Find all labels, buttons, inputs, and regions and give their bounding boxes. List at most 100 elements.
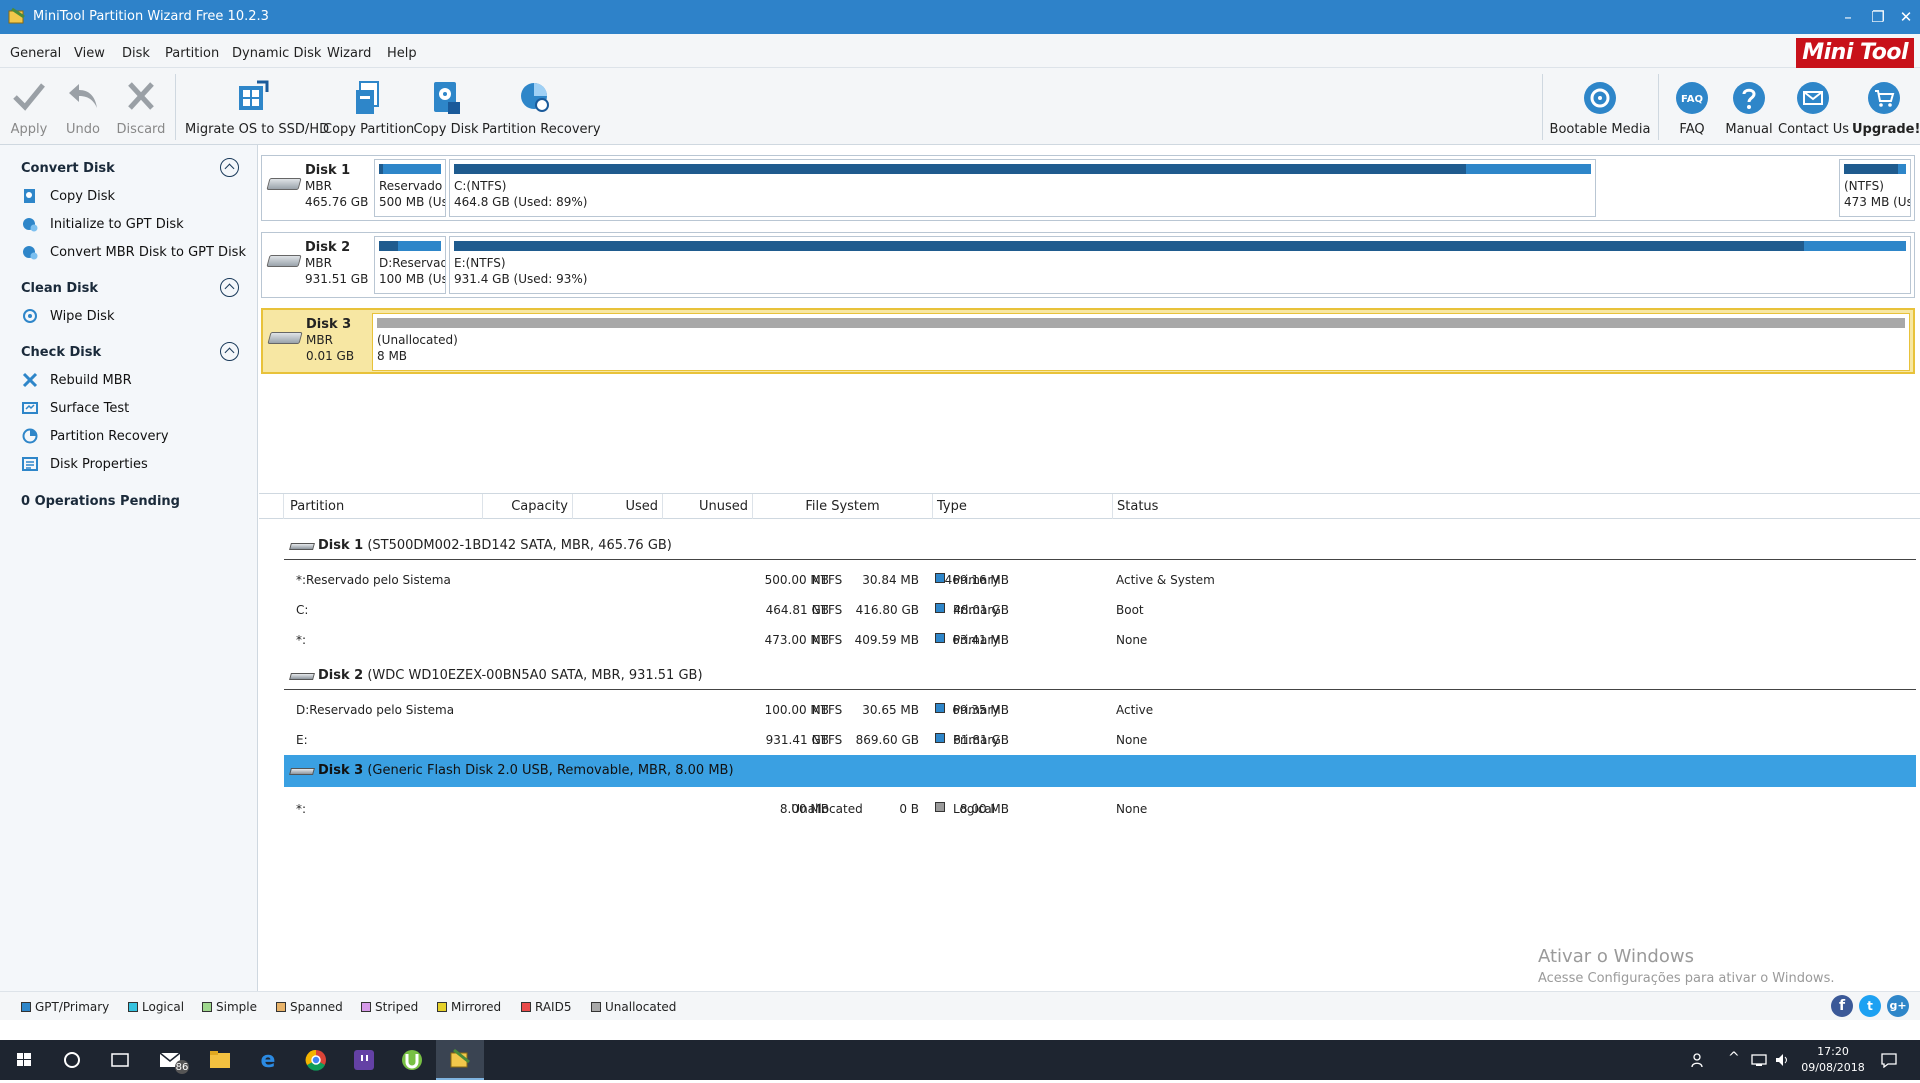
migrate-os-button[interactable]: Migrate OS to SSD/HD [185,68,329,145]
taskbar-mail[interactable]: 86 [148,1040,196,1080]
task-view-button[interactable] [96,1040,144,1080]
sidebar-item-disk-properties[interactable]: Disk Properties [22,454,252,474]
taskbar-twitch[interactable] [340,1040,388,1080]
cortana-button[interactable] [48,1040,96,1080]
people-icon[interactable] [1690,1051,1708,1069]
partition-recovery-button[interactable]: Partition Recovery [482,68,601,145]
copy-disk-button[interactable]: Copy Disk [412,68,480,145]
disk-info: Disk 3 MBR 0.01 GB [263,310,371,374]
col-file-system[interactable]: File System [753,494,933,519]
toolbar-separator [1658,74,1659,140]
close-button[interactable]: ✕ [1886,5,1920,29]
taskbar-partition-wizard[interactable] [436,1040,484,1080]
disk-info: Disk 1 MBR 465.76 GB [262,156,370,220]
notifications-icon[interactable] [1880,1052,1898,1068]
table-row[interactable]: E: 931.41 GB 869.60 GB 61.81 GB NTFS Pri… [259,724,1920,754]
discard-x-icon [128,82,154,110]
taskbar-utorrent[interactable] [388,1040,436,1080]
section-clean-disk: Clean Disk [21,281,98,296]
collapse-check-disk-button[interactable] [220,342,239,361]
menu-dynamic-disk[interactable]: Dynamic Disk [232,46,321,61]
partition-block[interactable]: C:(NTFS) 464.8 GB (Used: 89%) [449,159,1596,217]
copy-partition-button[interactable]: Copy Partition [323,68,414,145]
volume-icon[interactable] [1774,1052,1792,1068]
table-row[interactable]: C: 464.81 GB 416.80 GB 48.01 GB NTFS Pri… [259,594,1920,624]
disk-row-disk-2[interactable]: Disk 2 (WDC WD10EZEX-00BN5A0 SATA, MBR, … [284,660,1916,690]
taskbar-chrome[interactable] [292,1040,340,1080]
sidebar-item-copy-disk[interactable]: Copy Disk [22,186,252,206]
col-partition[interactable]: Partition [284,494,483,519]
facebook-icon[interactable]: f [1831,995,1853,1017]
taskbar-edge[interactable]: e [244,1040,292,1080]
partition-recovery-icon [521,83,549,112]
disk-map-row-disk-1[interactable]: Disk 1 MBR 465.76 GB Reservado p 500 MB … [261,155,1915,221]
disk-properties-icon [22,457,38,471]
disk-map-row-disk-3[interactable]: Disk 3 MBR 0.01 GB (Unallocated) 8 MB [261,308,1915,374]
bootable-media-button[interactable]: Bootable Media [1548,68,1652,145]
menu-wizard[interactable]: Wizard [327,46,371,61]
window-title: MiniTool Partition Wizard Free 10.2.3 [33,9,269,24]
list-header: Partition Capacity Used Unused File Syst… [259,493,1920,519]
help-icon [1733,82,1765,114]
copy-disk-icon [434,82,460,114]
app-icon [8,7,25,24]
partition-block[interactable]: (NTFS) 473 MB (Use [1839,159,1911,217]
sidebar-item-partition-recovery[interactable]: Partition Recovery [22,426,252,446]
table-row[interactable]: *: 8.00 MB 0 B 8.00 MB Unallocated Logic… [259,793,1920,823]
menu-general[interactable]: General [10,46,61,61]
sidebar-item-rebuild-mbr[interactable]: Rebuild MBR [22,370,252,390]
discard-button[interactable]: Discard [116,68,166,145]
migrate-os-icon [239,80,269,110]
sidebar-item-initialize-gpt[interactable]: Initialize to GPT Disk [22,214,252,234]
disk-row-disk-1[interactable]: Disk 1 (ST500DM002-1BD142 SATA, MBR, 465… [284,530,1916,560]
contact-us-button[interactable]: Contact Us [1778,68,1849,145]
clock-time[interactable]: 17:20 [1808,1045,1858,1058]
collapse-convert-disk-button[interactable] [220,158,239,177]
collapse-clean-disk-button[interactable] [220,278,239,297]
col-unused[interactable]: Unused [663,494,753,519]
faq-button[interactable]: FAQ FAQ [1666,68,1718,145]
partition-block[interactable]: (Unallocated) 8 MB [372,313,1910,371]
convert-mbr-icon [23,246,38,260]
sidebar-item-wipe-disk[interactable]: Wipe Disk [22,306,252,326]
copy-partition-icon [356,81,379,114]
network-icon[interactable] [1750,1052,1768,1068]
col-type[interactable]: Type [933,494,1113,519]
upgrade-button[interactable]: Upgrade! [1852,68,1920,145]
menu-help[interactable]: Help [387,46,417,61]
col-capacity[interactable]: Capacity [483,494,573,519]
manual-button[interactable]: Manual [1722,68,1776,145]
hdd-icon [289,543,315,550]
disk-row-disk-3[interactable]: Disk 3 (Generic Flash Disk 2.0 USB, Remo… [284,755,1916,787]
table-row[interactable]: *: 473.00 MB 409.59 MB 63.41 MB NTFS Pri… [259,624,1920,654]
undo-button[interactable]: Undo [60,68,106,145]
title-bar: MiniTool Partition Wizard Free 10.2.3 – … [0,0,1920,34]
minitool-logo: Mini Tool [1796,38,1914,68]
table-row[interactable]: *:Reservado pelo Sistema 500.00 MB 30.84… [259,564,1920,594]
menu-disk[interactable]: Disk [122,46,150,61]
col-used[interactable]: Used [573,494,663,519]
clock-date[interactable]: 09/08/2018 [1800,1061,1866,1074]
apply-button[interactable]: Apply [6,68,52,145]
sidebar-item-surface-test[interactable]: Surface Test [22,398,252,418]
disk-map-row-disk-2[interactable]: Disk 2 MBR 931.51 GB D:Reservado 100 MB … [261,232,1915,298]
usage-bar [379,164,441,174]
partition-block[interactable]: E:(NTFS) 931.4 GB (Used: 93%) [449,236,1911,294]
menu-partition[interactable]: Partition [165,46,219,61]
copy-disk-icon [24,189,35,203]
undo-icon [69,84,97,108]
table-row[interactable]: D:Reservado pelo Sistema 100.00 MB 30.65… [259,694,1920,724]
partition-block[interactable]: D:Reservado 100 MB (Use [374,236,446,294]
twitter-icon[interactable]: t [1859,995,1881,1017]
partition-recovery-icon [22,428,38,444]
menu-view[interactable]: View [74,46,105,61]
taskbar-file-explorer[interactable] [196,1040,244,1080]
start-button[interactable] [0,1040,48,1080]
tray-chevron-icon[interactable]: ^ [1728,1050,1740,1066]
partition-block[interactable]: Reservado p 500 MB (Use [374,159,446,217]
partition-list: Partition Capacity Used Unused File Syst… [259,493,1920,991]
col-status[interactable]: Status [1113,494,1919,519]
hdd-icon [289,673,315,680]
sidebar-item-convert-mbr-gpt[interactable]: Convert MBR Disk to GPT Disk [22,242,252,262]
google-plus-icon[interactable]: g+ [1887,995,1909,1017]
